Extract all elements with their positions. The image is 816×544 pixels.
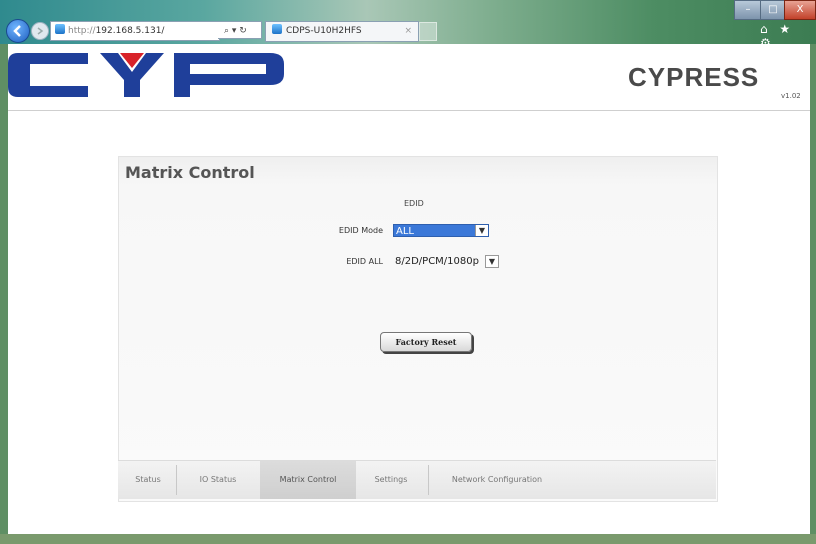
bottom-nav: Status IO Status Matrix Control Settings… (118, 460, 716, 499)
back-arrow-icon (13, 25, 21, 37)
edid-all-select[interactable]: 8/2D/PCM/1080p ▼ (393, 255, 499, 268)
nav-status[interactable]: Status (124, 461, 172, 499)
edid-all-label: EDID ALL (346, 257, 383, 266)
brand-name: CYPRESS (628, 62, 760, 92)
cyp-logo (8, 53, 284, 97)
nav-network-configuration[interactable]: Network Configuration (432, 461, 562, 499)
chevron-down-icon: ▼ (485, 255, 499, 268)
edid-mode-select[interactable]: ALL ▼ (393, 224, 489, 237)
matrix-control-panel: Matrix Control EDID EDID Mode ALL ▼ EDID… (118, 156, 718, 502)
factory-reset-button[interactable]: Factory Reset (380, 332, 472, 352)
tab-close-icon[interactable]: × (404, 22, 412, 41)
edid-mode-label: EDID Mode (338, 226, 383, 235)
nav-settings[interactable]: Settings (358, 461, 424, 499)
maximize-button[interactable]: □ (760, 0, 786, 20)
new-tab-button[interactable] (419, 22, 437, 41)
nav-divider (176, 465, 177, 495)
browser-title-bar: http://192.168.5.131/ ⌕ ▾ ↻ CDPS-U10H2HF… (0, 0, 816, 50)
back-button[interactable] (6, 19, 30, 43)
tab-favicon-icon (272, 24, 282, 34)
page-favicon-icon (55, 24, 65, 34)
taskbar-strip (0, 534, 816, 544)
address-protocol: http:// (68, 26, 96, 36)
address-bar[interactable]: http://192.168.5.131/ (50, 21, 220, 41)
firmware-version: v1.02 (781, 92, 801, 100)
address-host: 192.168.5.131/ (95, 26, 165, 36)
tab-title: CDPS-U10H2HFS (286, 26, 362, 36)
page-viewport: CYPRESS v1.02 Matrix Control EDID EDID M… (8, 44, 810, 534)
header-divider (8, 110, 810, 111)
forward-button[interactable] (31, 22, 49, 40)
edid-all-value: 8/2D/PCM/1080p (395, 256, 479, 267)
edid-mode-value: ALL (396, 226, 414, 237)
page-title: Matrix Control (125, 163, 255, 182)
browser-tab[interactable]: CDPS-U10H2HFS × (265, 21, 419, 42)
chevron-down-icon: ▼ (475, 225, 488, 236)
forward-arrow-icon (37, 27, 44, 35)
nav-divider (428, 465, 429, 495)
nav-matrix-control[interactable]: Matrix Control (260, 461, 356, 499)
minimize-button[interactable]: – (734, 0, 762, 20)
nav-io-status[interactable]: IO Status (180, 461, 256, 499)
close-window-button[interactable]: X (784, 0, 816, 20)
address-search-refresh[interactable]: ⌕ ▾ ↻ (218, 21, 262, 39)
edid-section-label: EDID (404, 199, 424, 208)
